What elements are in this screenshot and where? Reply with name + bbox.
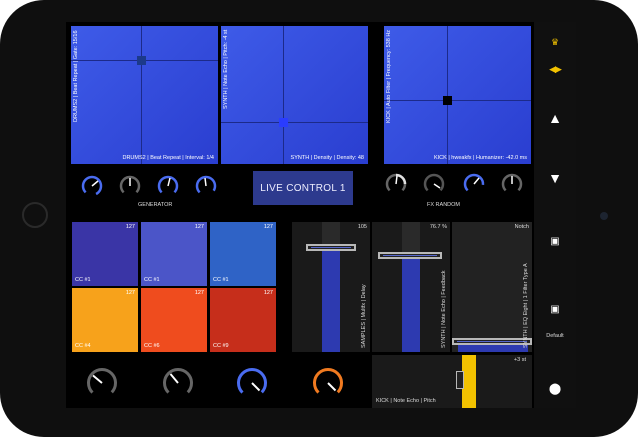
arrow-down-icon[interactable]: ▼ (534, 170, 576, 186)
fx-random-knob-1[interactable] (384, 172, 408, 196)
cc-value: 127 (263, 290, 273, 296)
fx-random-knob-3[interactable] (462, 172, 486, 196)
fader-fill (458, 344, 528, 352)
cc-cell[interactable]: 127 CC #4 (72, 288, 138, 352)
cc-value: 127 (125, 290, 135, 296)
default-label: Default (546, 333, 564, 339)
crown-icon[interactable]: ♛ (534, 37, 576, 48)
location-pin-icon[interactable]: ⬤ (534, 382, 576, 395)
fader-value: 76.7 % (429, 224, 447, 230)
pad-crosshair-v (447, 26, 448, 164)
cc-label: CC #4 (75, 343, 91, 349)
fx-random-knob-2[interactable] (422, 172, 446, 196)
home-button[interactable] (22, 202, 48, 228)
fader-value: Notch (514, 224, 529, 230)
pad-vertical-label: SYNTH | Note Echo | Pitch: -4 st (223, 30, 229, 110)
cc-label: CC #1 (75, 277, 91, 283)
fader-thumb[interactable] (456, 371, 464, 389)
sidebar: ♛ ◀▶ ▲ ▼ ▣ ▣ Default ⬤ (534, 22, 576, 408)
generator-label: GENERATOR (138, 202, 173, 208)
generator-knob-1[interactable] (80, 174, 104, 198)
fader-thumb[interactable] (452, 338, 532, 345)
cc-label: CC #1 (144, 277, 160, 283)
generator-knob-2[interactable] (118, 174, 142, 198)
xy-pad-synth[interactable]: SYNTH | Note Echo | Pitch: -4 st SYNTH |… (221, 26, 368, 164)
pad-crosshair-v (141, 26, 142, 164)
fader-samples-delay[interactable]: 105 SAMPLES | Multfx | Delay (292, 222, 370, 352)
left-right-arrows-icon[interactable]: ◀▶ (534, 64, 576, 75)
cc-cell[interactable]: 127 CC #1 (141, 222, 207, 286)
fader-thumb[interactable] (306, 244, 356, 251)
pad-handle[interactable] (137, 56, 146, 65)
cc-value: 127 (125, 224, 135, 230)
pad-bottom-label: DRUMS2 | Beat Repeat | Interval: 1/4 (122, 155, 214, 161)
camera-icon (600, 212, 608, 220)
cc-label: CC #6 (144, 343, 160, 349)
cc-cell[interactable]: 127 CC #1 (210, 222, 276, 286)
fader-label: SAMPLES | Multfx | Delay (361, 284, 367, 348)
fader-track (452, 222, 532, 352)
cc-value: 127 (194, 290, 204, 296)
camera-default-icon[interactable]: ▣ (534, 304, 576, 315)
xy-pad-drums[interactable]: DRUMS2 | Beat Repeat | Gate: 15/16 DRUMS… (71, 26, 218, 164)
app-screen: DRUMS2 | Beat Repeat | Gate: 15/16 DRUMS… (66, 22, 576, 408)
fader-kick-pitch[interactable]: +3 st KICK | Note Echo | Pitch (372, 355, 532, 408)
camera-snapshot-icon[interactable]: ▣ (534, 236, 576, 247)
pad-crosshair-h (384, 100, 531, 101)
xy-pad-kick[interactable]: KICK | Auto Filter | Frequency: 538 Hz K… (384, 26, 531, 164)
pad-bottom-label: SYNTH | Density | Density: 48 (290, 155, 364, 161)
tablet-frame: DRUMS2 | Beat Repeat | Gate: 15/16 DRUMS… (0, 0, 638, 437)
live-control-button[interactable]: LIVE CONTROL 1 (253, 171, 353, 205)
fader-fill (322, 246, 340, 352)
pad-crosshair-v (283, 26, 284, 164)
generator-knob-3[interactable] (156, 174, 180, 198)
cc-cell[interactable]: 127 CC #6 (141, 288, 207, 352)
bottom-knob-4[interactable] (310, 365, 346, 401)
bottom-knob-2[interactable] (160, 365, 196, 401)
cc-cell[interactable]: 127 CC #1 (72, 222, 138, 286)
fader-label: SYNTH | Note Echo | Feedback (441, 270, 447, 348)
pad-handle[interactable] (279, 118, 288, 127)
fader-eq-filter-type[interactable]: Notch SYNTH | EQ Eight | 1 Filter Type A (452, 222, 532, 352)
pad-crosshair-h (221, 122, 368, 123)
bottom-knob-3[interactable] (234, 365, 270, 401)
fader-value: 105 (357, 224, 367, 230)
pad-handle[interactable] (443, 96, 452, 105)
arrow-up-icon[interactable]: ▲ (534, 110, 576, 126)
fx-random-knob-4[interactable] (500, 172, 524, 196)
pitch-fill (462, 355, 476, 408)
cc-value: 127 (263, 224, 273, 230)
pad-vertical-label: KICK | Auto Filter | Frequency: 538 Hz (386, 30, 392, 124)
fader-label: KICK | Note Echo | Pitch (376, 398, 436, 404)
fader-label: SYNTH | EQ Eight | 1 Filter Type A (523, 263, 529, 348)
fader-synth-feedback[interactable]: 76.7 % SYNTH | Note Echo | Feedback (372, 222, 450, 352)
pad-vertical-label: DRUMS2 | Beat Repeat | Gate: 15/16 (73, 30, 79, 122)
fader-value: +3 st (513, 357, 526, 363)
pad-bottom-label: KICK | hweakfx | Humanizer: -42.0 ms (433, 155, 527, 161)
fader-fill (402, 254, 420, 352)
generator-knob-4[interactable] (194, 174, 218, 198)
cc-label: CC #1 (213, 277, 229, 283)
fader-thumb[interactable] (378, 252, 442, 259)
cc-cell[interactable]: 127 CC #9 (210, 288, 276, 352)
cc-value: 127 (194, 224, 204, 230)
cc-label: CC #9 (213, 343, 229, 349)
bottom-knob-1[interactable] (84, 365, 120, 401)
fx-random-label: FX RANDOM (427, 202, 460, 208)
